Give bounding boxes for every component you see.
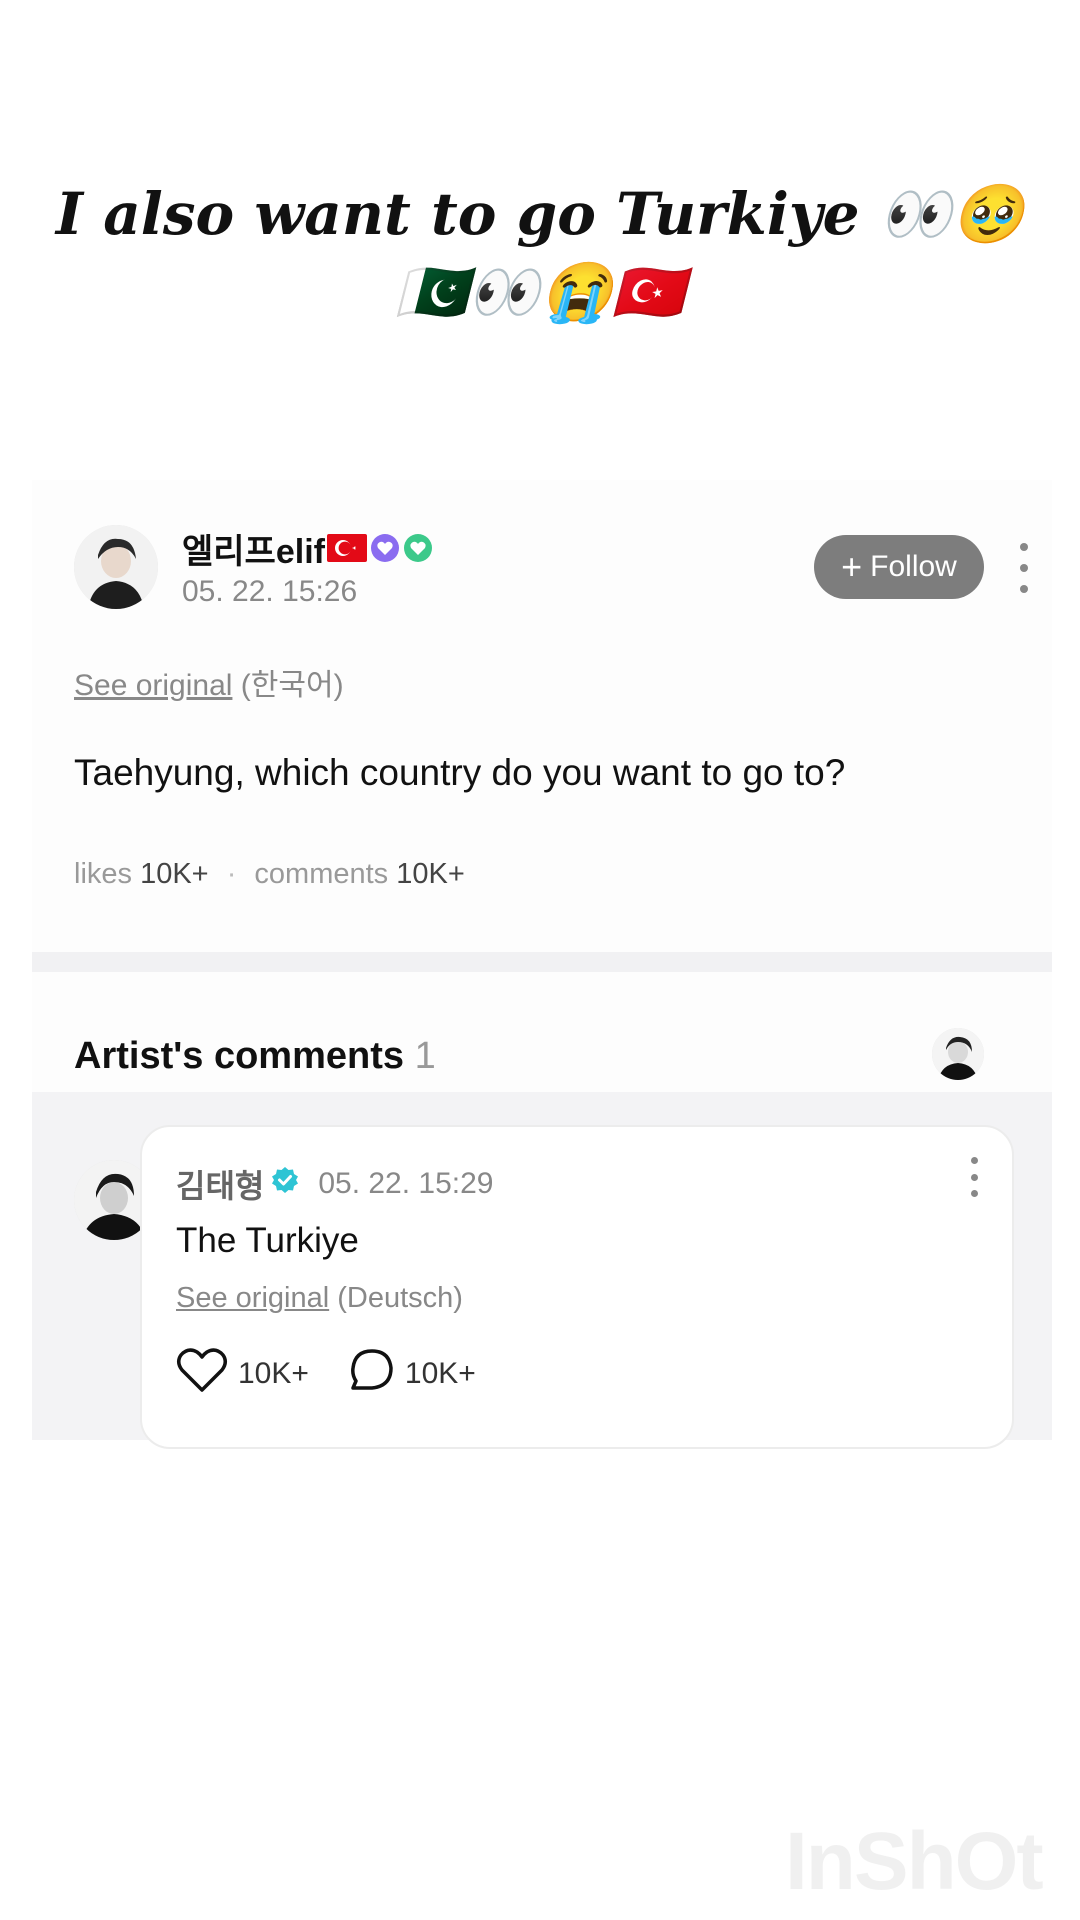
artist-comments-count: 1	[414, 1035, 436, 1077]
comment-reply-button[interactable]: 10K+	[349, 1348, 476, 1400]
likes-label: likes	[74, 858, 133, 890]
speech-bubble-icon	[349, 1348, 395, 1400]
post-timestamp: 05. 22. 15:26	[182, 575, 358, 608]
author-info: 엘리프elif 05. 22. 15:26	[182, 525, 433, 609]
caption-line-1: I also want to go Turkiye 👀🥹	[55, 180, 1025, 248]
section-divider	[32, 952, 1052, 972]
artist-comment-card: 김태형 05. 22. 15:29 The Turkiye See origin…	[140, 1125, 1014, 1449]
comment-original-language: (Deutsch)	[337, 1282, 463, 1314]
comment-reply-count: 10K+	[404, 1357, 476, 1390]
artist-comments-title: Artist's comments	[74, 1035, 405, 1077]
comment-more-options-icon[interactable]	[964, 1157, 984, 1197]
verified-badge-icon	[270, 1165, 300, 1203]
post-card: 엘리프elif 05. 22. 15:26 + Follow See origi…	[32, 480, 1052, 1449]
artist-comments-header: Artist's comments 1	[74, 1035, 436, 1078]
comments-count[interactable]: 10K+	[396, 858, 465, 890]
post-stats: likes 10K+ · comments 10K+	[74, 858, 465, 891]
comment-see-original-link[interactable]: See original	[176, 1282, 329, 1314]
membership-badge-icon	[370, 533, 400, 563]
author-name-row: 엘리프elif	[182, 525, 433, 571]
comment-like-button[interactable]: 10K+	[176, 1347, 309, 1401]
follow-label: Follow	[870, 550, 957, 583]
caption-line-2: 🇵🇰👀😭🇹🇷	[395, 258, 685, 326]
video-caption: I also want to go Turkiye 👀🥹 🇵🇰👀😭🇹🇷	[0, 175, 1080, 331]
author-avatar[interactable]	[74, 525, 158, 609]
author-name[interactable]: 엘리프elif	[182, 524, 325, 573]
comment-see-original: See original (Deutsch)	[176, 1282, 463, 1315]
comment-actions: 10K+ 10K+	[176, 1347, 516, 1401]
follow-button[interactable]: + Follow	[814, 535, 984, 599]
post-more-options-icon[interactable]	[1014, 543, 1034, 593]
comments-label: comments	[254, 858, 389, 890]
post-header: 엘리프elif 05. 22. 15:26 + Follow	[74, 525, 1028, 615]
fan-badge-icon	[403, 533, 433, 563]
original-language: (한국어)	[240, 669, 344, 702]
inshot-watermark: InShOt	[785, 1816, 1044, 1907]
comment-like-count: 10K+	[238, 1357, 309, 1390]
post-see-original: See original (한국어)	[74, 660, 344, 704]
post-body: Taehyung, which country do you want to g…	[74, 752, 846, 793]
comment-text: The Turkiye	[176, 1221, 359, 1260]
comment-author[interactable]: 김태형	[176, 1161, 264, 1207]
turkey-flag-icon	[326, 534, 367, 562]
heart-icon	[176, 1347, 228, 1401]
comment-timestamp: 05. 22. 15:29	[318, 1167, 494, 1200]
plus-icon: +	[841, 546, 863, 587]
see-original-link[interactable]: See original	[74, 669, 232, 702]
comment-header: 김태형 05. 22. 15:29	[176, 1161, 493, 1207]
likes-count[interactable]: 10K+	[140, 858, 209, 890]
separator-dot: ·	[226, 858, 237, 890]
artist-mini-avatar[interactable]	[932, 1028, 984, 1080]
